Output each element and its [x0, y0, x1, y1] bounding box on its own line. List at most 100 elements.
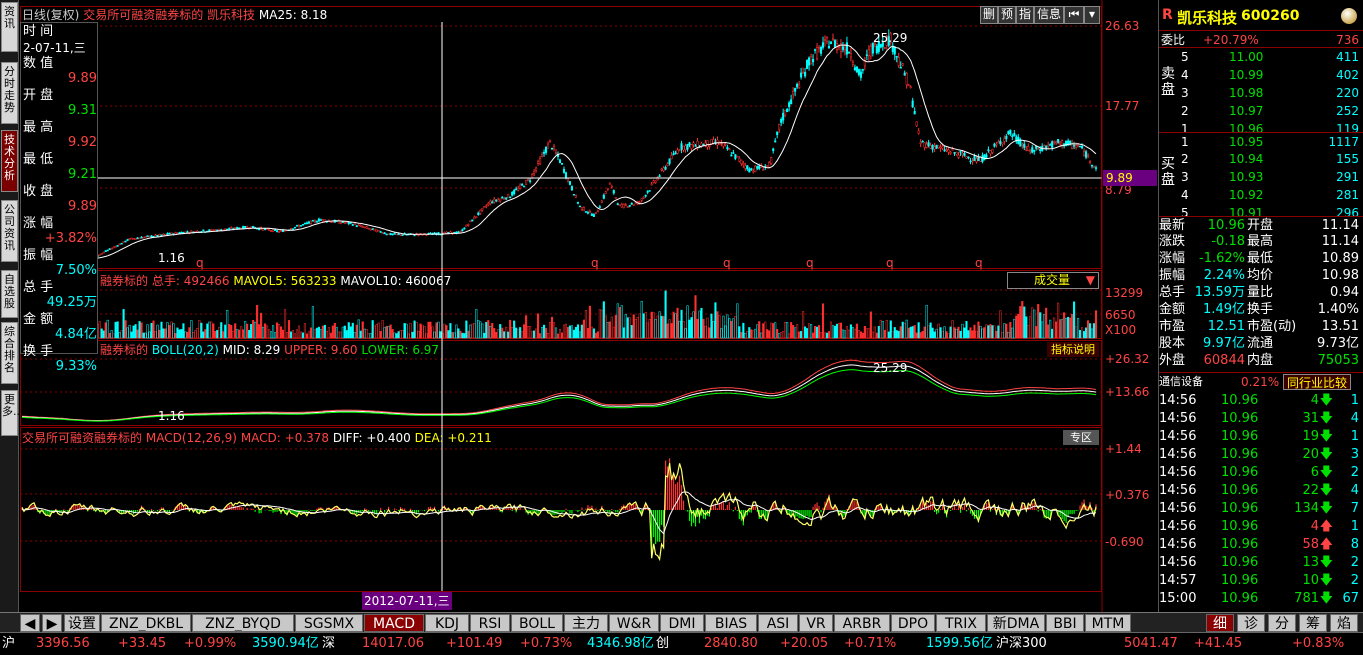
macd-bar — [752, 506, 754, 510]
sell-level-row[interactable]: 4 10.99 402 — [1159, 66, 1363, 84]
right-tab[interactable]: 诊 — [1237, 614, 1265, 632]
candle-body — [202, 229, 205, 232]
buy-level-row[interactable]: 4 10.92 281 — [1159, 186, 1363, 204]
macd-bar — [569, 510, 571, 514]
tab-znz_dkbl[interactable]: ZNZ_DKBL — [101, 614, 191, 632]
volume-bar — [493, 328, 496, 339]
sell-level-row[interactable]: 5 11.00 411 — [1159, 48, 1363, 66]
right-tab[interactable]: 筹 — [1299, 614, 1327, 632]
cy-amount: 1599.56亿 — [926, 636, 993, 651]
volume-bar — [210, 321, 213, 339]
zone-button[interactable]: 专区 — [1063, 430, 1099, 445]
stat-row: 涨跌 -0.18 最高 11.14 — [1159, 233, 1363, 251]
tab-more[interactable]: 更多.. — [1, 390, 20, 436]
buy-level-row[interactable]: 3 10.93 291 — [1159, 168, 1363, 186]
candle-body — [927, 142, 930, 146]
volume-bar — [276, 322, 279, 339]
tab-dmi[interactable]: DMI — [660, 614, 704, 632]
skip-icon[interactable]: ⏮ — [1064, 6, 1084, 24]
tab-vr[interactable]: VR — [799, 614, 833, 632]
sell-level-row[interactable]: 3 10.98 220 — [1159, 84, 1363, 102]
tab-znz_byqd[interactable]: ZNZ_BYQD — [192, 614, 294, 632]
tab-设置[interactable]: 设置 — [64, 614, 100, 632]
macd-bar — [611, 509, 613, 510]
volume-bar — [256, 304, 259, 339]
tab-arbr[interactable]: ARBR — [834, 614, 890, 632]
right-tab[interactable]: 分 — [1268, 614, 1296, 632]
chart-area[interactable]: 日线(复权) 交易所可融资融券标的 凯乐科技 MA25: 8.18 删 预 指 … — [20, 0, 1158, 612]
tab-主力[interactable]: 主力 — [564, 614, 608, 632]
candle-body — [1027, 146, 1030, 151]
volume-bar — [277, 323, 281, 339]
volume-bar — [439, 331, 442, 339]
tab-bias[interactable]: BIAS — [705, 614, 757, 632]
tab-kdj[interactable]: KDJ — [425, 614, 469, 632]
macd-bar — [659, 510, 661, 542]
candle-body — [608, 182, 611, 185]
buy-level-row[interactable]: 2 10.94 155 — [1159, 150, 1363, 168]
tab-sgsmx[interactable]: SGSMX — [295, 614, 363, 632]
tab-w&r[interactable]: W&R — [609, 614, 659, 632]
candle-body — [489, 200, 492, 204]
tab-rsi[interactable]: RSI — [470, 614, 510, 632]
tab-macd[interactable]: MACD — [364, 614, 424, 632]
tab-news[interactable]: 资讯 — [1, 2, 18, 52]
tab-ranking[interactable]: 综合排名 — [1, 322, 18, 384]
candle-body — [582, 207, 585, 211]
stat-label: 内盘 — [1247, 353, 1274, 368]
tab-trix[interactable]: TRIX — [936, 614, 986, 632]
boll-upper: UPPER: 9.60 — [284, 343, 358, 357]
scroll-left-icon[interactable]: ◀ — [20, 614, 40, 632]
candle-body — [299, 225, 303, 227]
sell-level-row[interactable]: 2 10.97 252 — [1159, 102, 1363, 120]
volume-bar — [1009, 321, 1012, 339]
macd-bar — [680, 484, 683, 510]
candle-body — [562, 168, 566, 173]
candle-body — [614, 197, 617, 199]
delete-button[interactable]: 删 — [980, 6, 998, 24]
volume-bar — [407, 333, 410, 339]
warn-button[interactable]: 预 — [998, 6, 1016, 24]
tab-intraday[interactable]: 分时走势 — [1, 62, 18, 124]
tick-volume: 4 — [1310, 393, 1319, 408]
tab-新dma[interactable]: 新DMA — [987, 614, 1045, 632]
info-button[interactable]: 信息 — [1034, 6, 1064, 24]
macd-bar — [991, 509, 993, 510]
buy-level-row[interactable]: 1 10.95 1117 — [1159, 132, 1363, 150]
tab-technical[interactable]: 技术分析 — [1, 130, 18, 192]
volume-bar — [1059, 319, 1062, 339]
volume-indicator-select[interactable]: 成交量 ▼ — [1007, 272, 1099, 289]
info-value: 9.89 — [68, 199, 97, 214]
tab-asi[interactable]: ASI — [758, 614, 798, 632]
candle-body — [732, 152, 735, 154]
tab-boll[interactable]: BOLL — [511, 614, 563, 632]
candle-body — [110, 248, 113, 250]
macd-bar — [967, 508, 970, 510]
volume-bar — [335, 327, 338, 339]
tab-dpo[interactable]: DPO — [891, 614, 935, 632]
macd-bar — [63, 509, 65, 510]
macd-bar — [372, 510, 374, 513]
right-tab[interactable]: 细 — [1206, 614, 1234, 632]
indicator-explain-button[interactable]: 指标说明 — [1047, 342, 1099, 357]
right-tab[interactable]: 焰 — [1330, 614, 1358, 632]
tab-company-news[interactable]: 公司资讯 — [1, 200, 18, 262]
scroll-right-icon[interactable]: ▶ — [42, 614, 62, 632]
q-marker: q — [886, 256, 894, 270]
tick-time: 14:56 — [1159, 537, 1197, 552]
tab-mtm[interactable]: MTM — [1085, 614, 1131, 632]
industry-compare-button[interactable]: 同行业比较 — [1283, 374, 1352, 390]
volume-bar — [331, 325, 334, 339]
macd-bar — [818, 506, 820, 510]
tab-bbi[interactable]: BBI — [1046, 614, 1084, 632]
kline-chart-svg[interactable] — [20, 0, 1158, 612]
candle-body — [778, 123, 781, 130]
volume-bar — [546, 333, 550, 339]
indicator-button[interactable]: 指 — [1016, 6, 1034, 24]
tick-volume: 6 — [1310, 465, 1319, 480]
volume-bar — [692, 311, 695, 339]
tab-watchlist[interactable]: 自选股 — [1, 270, 18, 318]
dropdown-icon[interactable]: ▾ — [1084, 6, 1100, 24]
candle-body — [670, 155, 673, 160]
favorite-icon[interactable] — [1341, 8, 1357, 24]
